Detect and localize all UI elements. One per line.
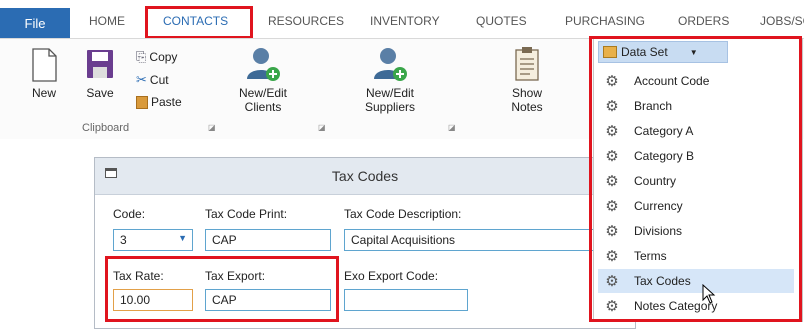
tax-code-print-label: Tax Code Print:	[205, 207, 288, 221]
clients-label-line2: Clients	[244, 100, 282, 114]
new-label: New	[31, 86, 56, 100]
tab-purchasing[interactable]: PURCHASING	[565, 14, 645, 28]
tab-home[interactable]: HOME	[89, 14, 125, 28]
tab-quotes[interactable]: QUOTES	[476, 14, 527, 28]
code-select[interactable]: 3 ▼	[113, 229, 193, 251]
cut-button[interactable]: ✂ Cut	[136, 72, 169, 88]
save-label: Save	[86, 86, 114, 100]
suppliers-label-line2: Suppliers	[364, 100, 416, 114]
new-edit-clients-button[interactable]: New/Edit Clients	[228, 45, 298, 114]
tax-code-description-field[interactable]: Capital Acquisitions	[344, 229, 604, 251]
clipboard-dialog-launcher-icon[interactable]: ◪	[208, 124, 216, 132]
tax-code-description-label: Tax Code Description:	[344, 207, 462, 221]
dialog-titlebar: Tax Codes	[95, 158, 635, 195]
notes-clipboard-icon	[515, 47, 539, 81]
cut-label: Cut	[149, 73, 169, 87]
exo-export-code-label: Exo Export Code:	[344, 269, 439, 283]
suppliers-label-line1: New/Edit	[365, 86, 415, 100]
clients-label-line1: New/Edit	[238, 86, 288, 100]
scissors-icon: ✂	[136, 72, 147, 87]
paste-button[interactable]: Paste	[136, 95, 182, 109]
tax-code-print-value: CAP	[212, 233, 237, 247]
tax-rate-export-highlight-box	[105, 256, 339, 322]
copy-icon: ⎘	[136, 49, 147, 64]
data-set-highlight-box	[589, 36, 802, 322]
save-button[interactable]: Save	[78, 47, 122, 100]
copy-label: Copy	[149, 50, 178, 64]
show-notes-button[interactable]: Show Notes	[500, 45, 554, 114]
suppliers-dialog-launcher-icon[interactable]: ◪	[448, 124, 456, 132]
tab-resources[interactable]: RESOURCES	[268, 14, 344, 28]
paste-clipboard-icon	[136, 95, 148, 109]
tab-file[interactable]: File	[0, 8, 70, 38]
person-add-icon	[247, 48, 280, 81]
paste-label: Paste	[151, 95, 182, 109]
supplier-add-icon	[374, 48, 407, 81]
tax-code-description-value: Capital Acquisitions	[351, 233, 456, 247]
copy-button[interactable]: ⎘ Copy	[136, 49, 177, 65]
new-document-icon	[32, 48, 57, 82]
contacts-highlight-box	[145, 6, 253, 39]
new-edit-suppliers-button[interactable]: New/Edit Suppliers	[352, 45, 428, 114]
code-select-value: 3	[120, 233, 127, 247]
ribbon-tab-bar: File HOME CONTACTS RESOURCES INVENTORY Q…	[0, 0, 804, 38]
save-disk-icon	[87, 50, 113, 78]
notes-label-line2: Notes	[511, 100, 543, 114]
clipboard-group-label: Clipboard	[82, 122, 130, 134]
tab-jobs[interactable]: JOBS/SC	[760, 14, 804, 28]
clients-dialog-launcher-icon[interactable]: ◪	[318, 124, 326, 132]
exo-export-code-field[interactable]	[344, 289, 468, 311]
new-button[interactable]: New	[22, 47, 66, 100]
tab-inventory[interactable]: INVENTORY	[370, 14, 440, 28]
notes-label-line1: Show	[511, 86, 543, 100]
tax-code-print-field[interactable]: CAP	[205, 229, 331, 251]
tab-orders[interactable]: ORDERS	[678, 14, 729, 28]
code-label: Code:	[113, 207, 146, 221]
dialog-title: Tax Codes	[331, 168, 399, 184]
chevron-down-icon: ▼	[178, 233, 187, 243]
